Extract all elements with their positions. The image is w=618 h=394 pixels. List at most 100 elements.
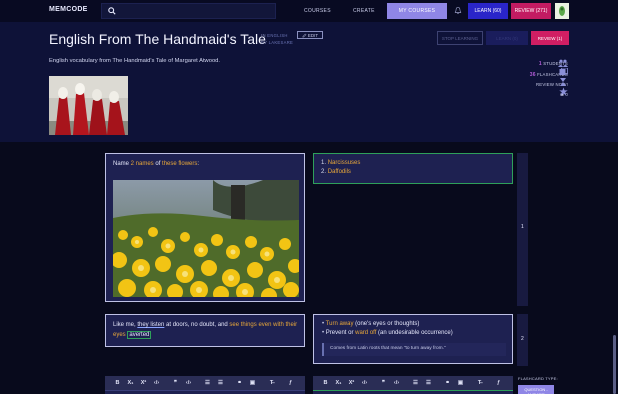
course-meta: IN ENGLISH BY LAKESARE xyxy=(261,32,293,46)
bold-icon[interactable]: B xyxy=(319,380,332,386)
answer-text: Narcissuses xyxy=(327,160,361,166)
stop-learning-button[interactable]: STOP LEARNING xyxy=(437,31,483,45)
flashcard-index: 1 xyxy=(521,224,524,230)
user-avatar-icon xyxy=(559,6,565,16)
answer-list: • Turn away (one's eyes or thoughts) • P… xyxy=(322,320,453,338)
edit-button[interactable]: EDIT xyxy=(297,31,323,39)
flashcard-index-column: 1 xyxy=(517,153,528,306)
clear-format-icon[interactable]: T̶ xyxy=(473,380,486,386)
flashcard-question[interactable]: Name 2 names of these flowers: xyxy=(105,153,305,302)
code-block-icon[interactable]: ‹/› xyxy=(182,380,195,386)
clear-format-icon[interactable]: T̶ xyxy=(265,380,278,386)
formula-icon[interactable]: ƒ xyxy=(492,380,505,386)
quote-icon[interactable]: ❞ xyxy=(169,380,182,386)
edit-button-label: EDIT xyxy=(307,32,319,38)
flashcards-list: Name 2 names of these flowers: 1. Narcis… xyxy=(0,142,618,394)
flashcard-index: 2 xyxy=(521,336,524,342)
question-editor-toolbar: B X₁ X² ‹/› ❞ ‹/› ☰ ☰ ⚭ ▣ T̶ ƒ xyxy=(105,376,305,390)
flashcard-type-label: FLASHCARD TYPE: xyxy=(518,376,558,381)
star-icon[interactable] xyxy=(558,87,568,96)
author-link[interactable]: LAKESARE xyxy=(269,40,294,45)
question-text-part: of xyxy=(153,161,163,167)
answer-item: • Turn away (one's eyes or thoughts) xyxy=(322,321,420,327)
nav-courses-link[interactable]: COURSES xyxy=(304,8,331,14)
image-icon[interactable]: ▣ xyxy=(246,380,259,386)
logo[interactable]: MEMCODE xyxy=(49,6,88,13)
link-icon[interactable]: ⚭ xyxy=(441,380,454,386)
ordered-list-icon[interactable]: ☰ xyxy=(409,380,422,386)
course-review-button[interactable]: REVIEW (1) xyxy=(531,31,569,45)
answer-text: (an undesirable occurrence) xyxy=(376,330,453,336)
question-text-part: Name xyxy=(113,161,131,167)
flashcard-answer[interactable]: 1. Narcissuses 2. Daffodils xyxy=(313,153,513,184)
search-input[interactable] xyxy=(101,3,276,19)
superscript-icon[interactable]: X² xyxy=(345,380,358,386)
answer-number: 1. xyxy=(321,160,327,166)
answer-highlight: Turn away xyxy=(325,321,354,327)
review-button[interactable]: REVIEW (271) xyxy=(511,3,551,19)
answer-item: 1. Narcissuses xyxy=(321,159,360,168)
learn-button[interactable]: LEARN (60) xyxy=(468,3,508,19)
avatar[interactable] xyxy=(555,3,569,19)
in-label: IN xyxy=(261,33,266,38)
image-icon[interactable]: ▣ xyxy=(454,380,467,386)
code-inline-icon[interactable]: ‹/› xyxy=(358,380,371,386)
subscript-icon[interactable]: X₁ xyxy=(332,380,345,386)
bold-icon[interactable]: B xyxy=(111,380,124,386)
flashcards-icon xyxy=(559,68,568,76)
course-learn-button[interactable]: LEARN (0) xyxy=(486,31,528,45)
code-inline-icon[interactable]: ‹/› xyxy=(150,380,163,386)
flashcards-count: 36 xyxy=(529,71,536,78)
bell-icon[interactable] xyxy=(454,6,462,15)
stat-icons xyxy=(557,58,569,96)
question-highlight: 2 names xyxy=(130,161,154,167)
question-text-part: : xyxy=(197,161,200,167)
answer-text: (one's eyes or thoughts) xyxy=(353,321,420,327)
flashcard-answer[interactable]: • Turn away (one's eyes or thoughts) • P… xyxy=(313,314,513,364)
hourglass-icon xyxy=(560,77,566,86)
page-title: English From The Handmaid's Tale xyxy=(49,31,266,47)
code-block-icon[interactable]: ‹/› xyxy=(390,380,403,386)
course-thumbnail xyxy=(49,76,128,135)
category-link[interactable]: ENGLISH xyxy=(267,33,287,38)
formula-icon[interactable]: ƒ xyxy=(284,380,297,386)
question-highlight: these flowers xyxy=(162,161,198,167)
answer-number: 2. xyxy=(321,169,327,175)
students-icon xyxy=(558,59,568,67)
flashcard-type-button[interactable]: QUESTION - ANSWER xyxy=(518,385,554,394)
question-text-part: at doors, no doubt, and xyxy=(164,322,230,328)
superscript-icon[interactable]: X² xyxy=(137,380,150,386)
answer-text: Daffodils xyxy=(327,169,351,175)
quote-icon[interactable]: ❞ xyxy=(377,380,390,386)
flashcard-index-column: 2 xyxy=(517,314,528,366)
question-cloze-word: averted xyxy=(127,330,152,339)
answer-highlight: ward off xyxy=(355,330,377,336)
question-text-part: Like me, xyxy=(113,322,138,328)
question-editor[interactable] xyxy=(105,390,305,394)
pencil-icon xyxy=(302,33,307,38)
link-icon[interactable]: ⚭ xyxy=(233,380,246,386)
by-label: BY xyxy=(261,40,268,45)
answer-editor[interactable] xyxy=(313,390,513,394)
nav-create-link[interactable]: CREATE xyxy=(353,8,375,14)
course-description: English vocabulary from The Handmaid's T… xyxy=(49,58,221,64)
question-text: Like me, they listen at doors, no doubt,… xyxy=(113,321,299,340)
students-count: 1 xyxy=(538,61,542,67)
bullet-list-icon[interactable]: ☰ xyxy=(214,380,227,386)
top-navbar: MEMCODE COURSES CREATE MY COURSES LEARN … xyxy=(0,0,618,22)
daffodils-image xyxy=(113,180,299,297)
question-text: Name 2 names of these flowers: xyxy=(113,161,199,167)
answer-list: 1. Narcissuses 2. Daffodils xyxy=(321,159,360,177)
scrollbar[interactable] xyxy=(613,335,616,394)
flashcard-question[interactable]: Like me, they listen at doors, no doubt,… xyxy=(105,314,305,347)
answer-item: • Prevent or ward off (an undesirable oc… xyxy=(322,330,453,336)
answer-text: Prevent or xyxy=(325,330,356,336)
answer-item: 2. Daffodils xyxy=(321,168,360,177)
subscript-icon[interactable]: X₁ xyxy=(124,380,137,386)
ordered-list-icon[interactable]: ☰ xyxy=(201,380,214,386)
question-underline: they listen xyxy=(137,322,165,328)
search-icon xyxy=(108,7,116,15)
my-courses-button[interactable]: MY COURSES xyxy=(387,3,447,19)
bullet-list-icon[interactable]: ☰ xyxy=(422,380,435,386)
answer-editor-toolbar: B X₁ X² ‹/› ❞ ‹/› ☰ ☰ ⚭ ▣ T̶ ƒ xyxy=(313,376,513,390)
